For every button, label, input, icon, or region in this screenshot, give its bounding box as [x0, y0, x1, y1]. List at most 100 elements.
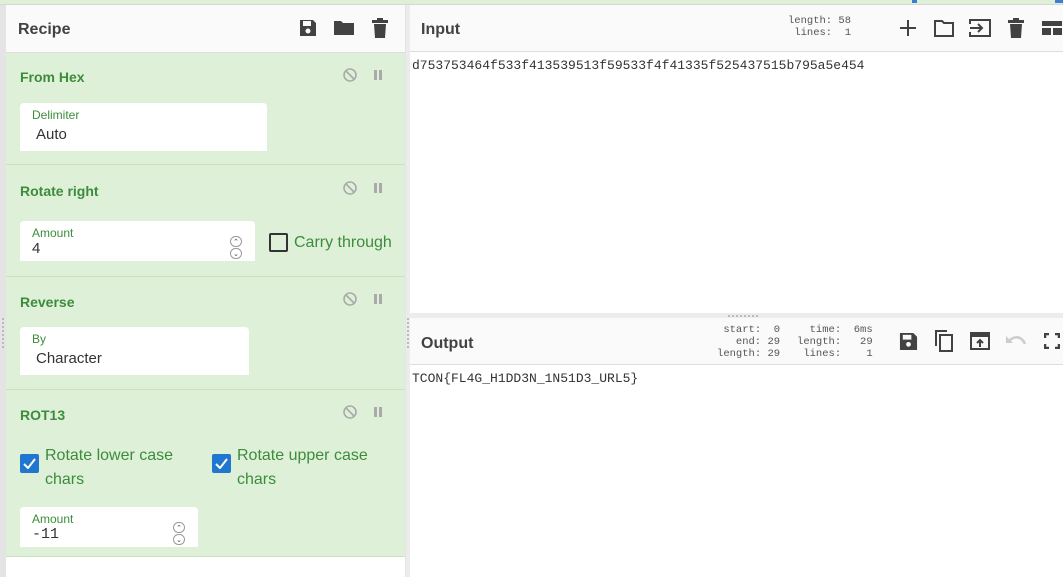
operation-title: Reverse [20, 294, 75, 310]
input-panel: Input length: 58 lines: 1 d753753464f533f… [410, 5, 1063, 313]
amount-input[interactable]: Amount -11 ⌃ ⌄ [20, 507, 198, 547]
field-value: Character [36, 350, 102, 367]
increment-icon[interactable]: ⌃ [173, 522, 185, 533]
input-textarea[interactable]: d753753464f533f413539513f59533f4f41335f5… [412, 58, 864, 73]
trash-icon [372, 18, 388, 38]
output-panel: Output start: 0 end: 29 length: 29 time: … [410, 318, 1063, 577]
by-select[interactable]: By Character [20, 327, 249, 375]
checkbox[interactable] [212, 454, 231, 473]
maximise-output-button[interactable] [1041, 330, 1063, 352]
operation-from-hex: From Hex Delimiter Auto [6, 53, 405, 165]
clear-recipe-button[interactable] [369, 17, 391, 39]
clear-input-button[interactable] [1005, 17, 1027, 39]
checkbox-label: Rotate lower case chars [45, 444, 173, 492]
field-label: Delimiter [32, 108, 80, 122]
field-label: Amount [32, 512, 74, 526]
disable-icon[interactable] [343, 292, 357, 306]
stat-label: time: [809, 324, 842, 336]
reset-layout-button[interactable] [1041, 17, 1063, 39]
input-stats: length: 58 lines: 1 [788, 15, 851, 39]
operation-rot13: ROT13 Rotate lower case chars Rotate upp… [6, 390, 405, 557]
output-text[interactable]: TCON{FL4G_H1DD3N_1N51D3_URL5} [412, 371, 638, 386]
stat-label: lines: [803, 348, 842, 360]
drag-handle[interactable] [2, 318, 4, 348]
load-recipe-button[interactable] [333, 17, 355, 39]
label-line: Rotate lower case [45, 447, 174, 464]
breakpoint-icon[interactable] [371, 181, 385, 195]
drag-handle[interactable] [407, 318, 409, 348]
layout-icon [1042, 21, 1062, 35]
plus-icon [900, 20, 916, 36]
folder-icon [334, 21, 354, 35]
label-line: Rotate upper case [237, 447, 368, 464]
stat-label: length: [717, 348, 762, 360]
carry-through-checkbox[interactable]: Carry through [269, 233, 392, 253]
operation-rotate-right: Rotate right Amount 4 ⌃ ⌄ Carry through [6, 165, 405, 277]
save-recipe-button[interactable] [297, 17, 319, 39]
checkbox[interactable] [20, 454, 39, 473]
stat-value: 58 [838, 15, 852, 27]
operation-title: Rotate right [20, 183, 99, 199]
input-title: Input [421, 21, 461, 38]
drag-handle[interactable] [728, 315, 758, 317]
amount-input[interactable]: Amount 4 ⌃ ⌄ [20, 221, 255, 261]
stat-label: start: [723, 324, 762, 336]
add-input-tab-button[interactable] [897, 17, 919, 39]
stat-label: length: [788, 15, 833, 27]
amount-spinner[interactable]: ⌃ ⌄ [230, 236, 243, 260]
increment-icon[interactable]: ⌃ [230, 236, 242, 247]
replace-input-button[interactable] [969, 330, 991, 352]
delimiter-select[interactable]: Delimiter Auto [20, 103, 267, 151]
undo-button[interactable] [1005, 330, 1027, 352]
stat-label: end: [735, 336, 762, 348]
stat-value: 0 [773, 324, 781, 336]
output-title: Output [421, 335, 474, 352]
checkmark-icon [215, 458, 228, 469]
label-line: chars [45, 471, 85, 488]
trash-icon [1008, 18, 1024, 38]
input-header: Input length: 58 lines: 1 [410, 5, 1063, 52]
stat-value: 29 [860, 336, 873, 348]
top-marker [1055, 0, 1063, 3]
field-value: Auto [36, 126, 67, 143]
fullscreen-icon [1044, 333, 1060, 349]
decrement-icon[interactable]: ⌄ [173, 534, 185, 545]
open-folder-icon [934, 19, 954, 37]
open-folder-button[interactable] [969, 17, 991, 39]
field-label: Amount [32, 226, 74, 240]
decrement-icon[interactable]: ⌄ [230, 248, 242, 259]
checkbox-label: Carry through [294, 234, 392, 251]
recipe-header: Recipe [6, 5, 405, 53]
replace-input-icon [970, 332, 990, 350]
breakpoint-icon[interactable] [371, 68, 385, 82]
save-icon [300, 20, 316, 36]
operation-reverse: Reverse By Character [6, 277, 405, 390]
breakpoint-icon[interactable] [371, 405, 385, 419]
label-line: chars [237, 471, 277, 488]
save-output-button[interactable] [897, 330, 919, 352]
breakpoint-icon[interactable] [371, 292, 385, 306]
checkmark-icon [23, 458, 36, 469]
recipe-title: Recipe [18, 21, 71, 38]
output-header: Output start: 0 end: 29 length: 29 time: … [410, 318, 1063, 365]
operation-title: From Hex [20, 69, 85, 85]
disable-icon[interactable] [343, 405, 357, 419]
output-selection-stats: start: 0 end: 29 length: 29 [717, 324, 780, 360]
copy-output-button[interactable] [933, 330, 955, 352]
undo-icon [1006, 335, 1027, 345]
output-stats: time: 6ms length: 29 lines: 1 [797, 324, 873, 360]
rotate-upper-case-checkbox[interactable]: Rotate upper case chars [212, 444, 368, 492]
stat-label: length: [797, 336, 842, 348]
field-value: -11 [32, 526, 60, 543]
disable-icon[interactable] [343, 68, 357, 82]
open-file-button[interactable] [933, 17, 955, 39]
stat-value: 1 [844, 27, 852, 39]
rotate-lower-case-checkbox[interactable]: Rotate lower case chars [20, 444, 173, 492]
disable-icon[interactable] [343, 181, 357, 195]
stat-value: 6ms [853, 324, 873, 336]
amount-spinner[interactable]: ⌃ ⌄ [173, 522, 186, 546]
stat-value: 1 [866, 348, 873, 360]
top-marker [912, 0, 917, 3]
import-icon [969, 19, 991, 37]
checkbox[interactable] [269, 233, 288, 252]
